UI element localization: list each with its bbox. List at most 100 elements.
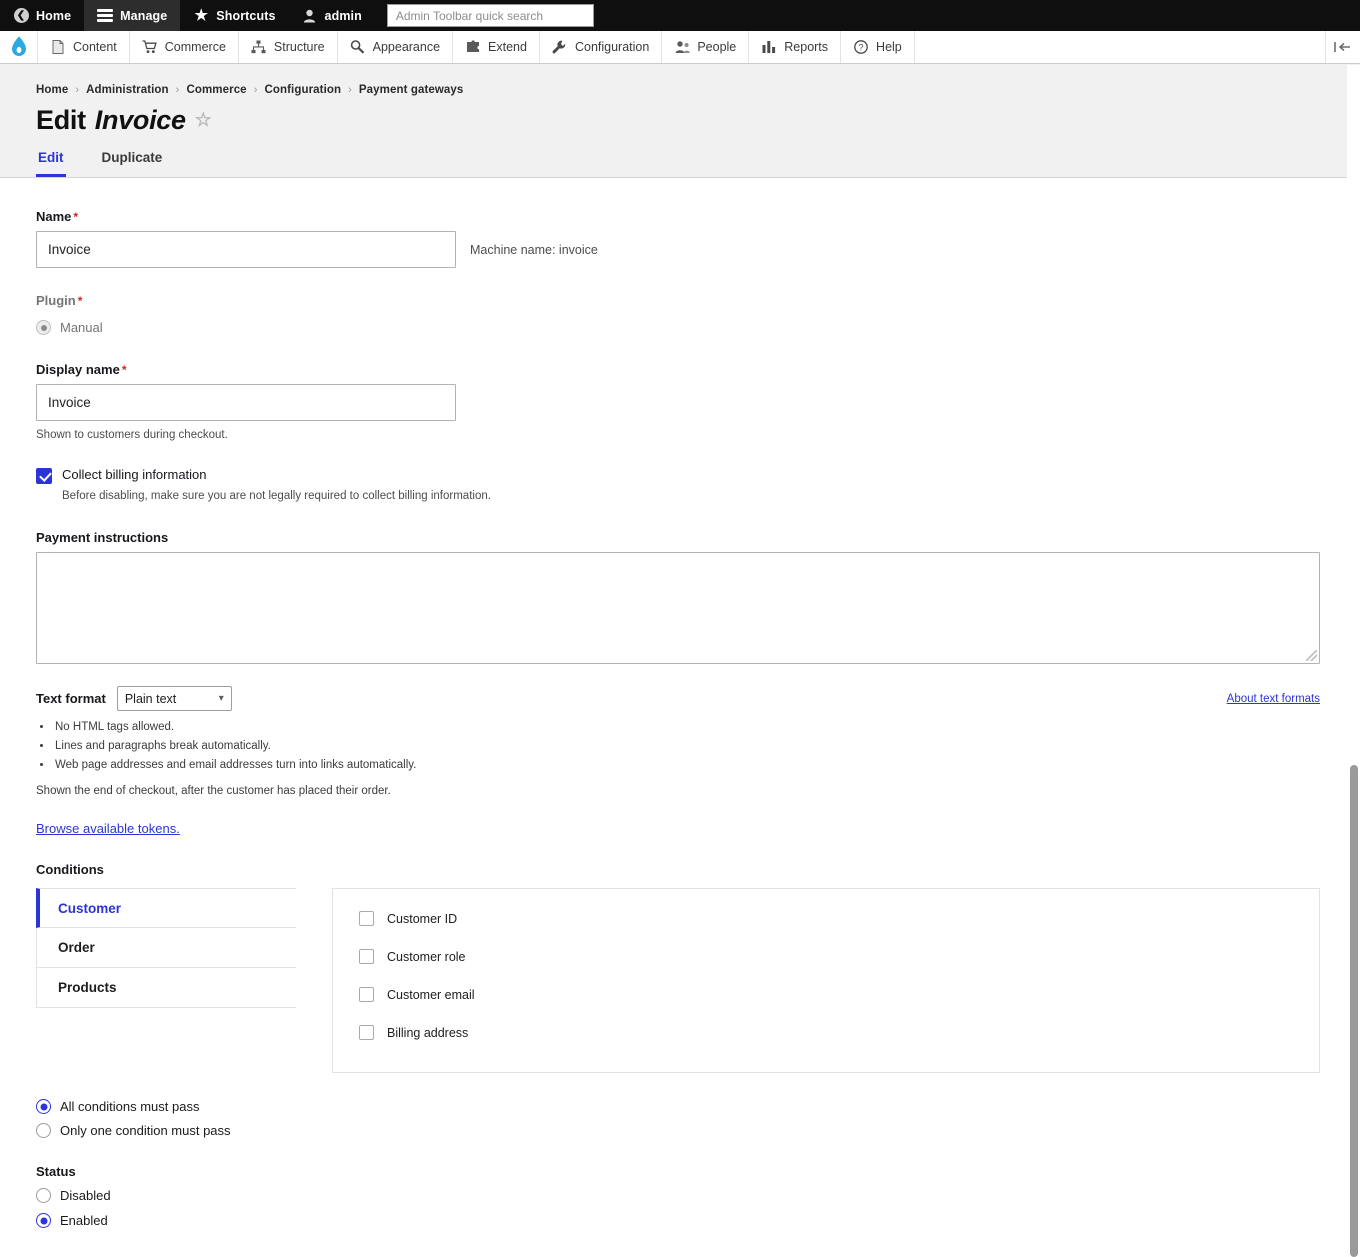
conditions-panel-customer: Customer ID Customer role Customer email… [332,888,1320,1073]
menu-item-commerce[interactable]: Commerce [130,31,239,63]
drupal-drop-icon[interactable] [0,31,38,63]
status-heading: Status [36,1164,76,1179]
field-group-name: Name* Machine name: invoice [36,208,1360,268]
menu-item-configuration-label: Configuration [574,40,650,54]
condition-checkbox-billing-address[interactable] [359,1025,374,1040]
conditions-vertical-tabs: Customer Order Products Customer ID Cust… [36,888,1320,1073]
status-enabled-row[interactable]: Enabled [36,1213,1360,1228]
browse-tokens-link[interactable]: Browse available tokens. [36,821,180,836]
condition-row[interactable]: Customer email [359,987,1319,1002]
breadcrumb-item-administration[interactable]: Administration [86,84,169,96]
about-text-formats-link[interactable]: About text formats [1227,693,1320,705]
conditions-tab-order[interactable]: Order [36,928,296,968]
status-disabled-label: Disabled [60,1188,111,1203]
condition-label: Billing address [387,1025,469,1040]
menu-item-extend-label: Extend [488,40,527,54]
toolbar-item-manage-label: Manage [120,8,168,23]
menu-item-people[interactable]: People [662,31,750,63]
condition-checkbox-customer-role[interactable] [359,949,374,964]
sitemap-icon [251,40,267,55]
tab-edit[interactable]: Edit [36,150,66,177]
textarea-resize-handle[interactable] [1306,650,1317,661]
page-scrollbar-track[interactable] [1347,65,1360,1257]
name-input[interactable] [36,231,456,268]
menu-item-configuration[interactable]: Configuration [540,31,663,63]
toolbar-collapse-icon[interactable] [1326,31,1360,63]
condition-operator-all[interactable]: All conditions must pass [36,1099,1360,1114]
status-enabled-radio[interactable] [36,1213,51,1228]
condition-operator-any-radio[interactable] [36,1123,51,1138]
text-format-tip: Lines and paragraphs break automatically… [53,740,1360,752]
text-format-select[interactable]: Plain text ▾ [116,686,232,711]
conditions-tab-products-label: Products [58,980,117,995]
plugin-radio-manual-label: Manual [60,320,103,335]
hamburger-icon [97,8,114,24]
collect-billing-label: Collect billing information [62,467,207,482]
payment-instructions-label: Payment instructions [36,530,169,545]
drupal-drop-icon-svg [11,36,26,56]
breadcrumb-separator-icon: › [175,84,180,96]
page-title: Edit Invoice ☆ [0,96,1360,136]
menu-item-help[interactable]: ? Help [841,31,915,63]
menu-item-content[interactable]: Content [38,31,130,63]
name-label: Name * [36,209,78,224]
condition-checkbox-customer-email[interactable] [359,987,374,1002]
page-scrollbar-thumb[interactable] [1350,765,1358,1257]
status-disabled-row[interactable]: Disabled [36,1188,1360,1203]
people-icon [674,40,690,55]
breadcrumb-item-commerce[interactable]: Commerce [186,84,246,96]
toolbar-item-account-label: admin [324,8,362,23]
menu-item-extend[interactable]: Extend [453,31,540,63]
condition-operator-any[interactable]: Only one condition must pass [36,1123,1360,1138]
tab-duplicate[interactable]: Duplicate [100,150,165,177]
condition-checkbox-customer-id[interactable] [359,911,374,926]
breadcrumb: Home › Administration › Commerce › Confi… [0,84,1360,96]
conditions-tab-list: Customer Order Products [36,888,296,1070]
condition-row[interactable]: Customer role [359,949,1319,964]
chevron-down-icon: ▾ [218,692,224,704]
menu-item-reports[interactable]: Reports [749,31,842,63]
text-format-selected-value: Plain text [124,691,177,706]
condition-operator-all-radio[interactable] [36,1099,51,1114]
toolbar-item-shortcuts[interactable]: ★ Shortcuts [180,0,288,31]
display-name-input[interactable] [36,384,456,421]
collect-billing-checkbox[interactable] [36,468,52,484]
toolbar-item-shortcuts-label: Shortcuts [216,8,276,23]
svg-text:?: ? [859,42,864,52]
menu-item-appearance[interactable]: Appearance [338,31,454,63]
condition-operator-any-label: Only one condition must pass [60,1123,231,1138]
payment-instructions-textarea[interactable] [36,552,1320,664]
condition-row[interactable]: Billing address [359,1025,1319,1040]
condition-label: Customer role [387,949,466,964]
page-title-entity: Invoice [94,105,186,135]
condition-row[interactable]: Customer ID [359,911,1319,926]
breadcrumb-separator-icon: › [253,84,258,96]
collect-billing-row[interactable]: Collect billing information [36,467,1360,484]
toolbar-item-account[interactable]: admin [289,0,375,31]
text-format-tips: No HTML tags allowed. Lines and paragrap… [36,721,1360,771]
primary-tabs: Edit Duplicate [0,136,1360,177]
payment-gateway-edit-form: Name* Machine name: invoice Plugin* Manu… [0,178,1360,1257]
conditions-tab-customer-label: Customer [58,900,122,916]
field-group-plugin: Plugin * Manual [36,292,1360,335]
breadcrumb-item-configuration[interactable]: Configuration [264,84,341,96]
toolbar-item-manage[interactable]: Manage [84,0,181,31]
breadcrumb-separator-icon: › [75,84,80,96]
status-radios: Disabled Enabled [36,1188,1360,1228]
menu-item-structure[interactable]: Structure [239,31,338,63]
breadcrumb-item-payment-gateways[interactable]: Payment gateways [359,84,464,96]
menu-item-reports-label: Reports [784,40,829,54]
condition-operator-all-label: All conditions must pass [60,1099,200,1114]
plugin-label-text: Plugin [36,293,76,308]
display-name-description: Shown to customers during checkout. [36,429,228,441]
admin-quick-search-input[interactable] [386,4,594,27]
toolbar-item-home-label: Home [36,8,72,23]
toolbar-item-home[interactable]: ❮ Home [0,0,84,31]
menu-item-content-label: Content [73,40,117,54]
conditions-tab-customer[interactable]: Customer [36,888,296,928]
star-outline-icon[interactable]: ☆ [195,111,212,130]
display-name-row [36,384,1360,421]
conditions-tab-products[interactable]: Products [36,968,296,1008]
breadcrumb-item-home[interactable]: Home [36,84,68,96]
status-disabled-radio[interactable] [36,1188,51,1203]
